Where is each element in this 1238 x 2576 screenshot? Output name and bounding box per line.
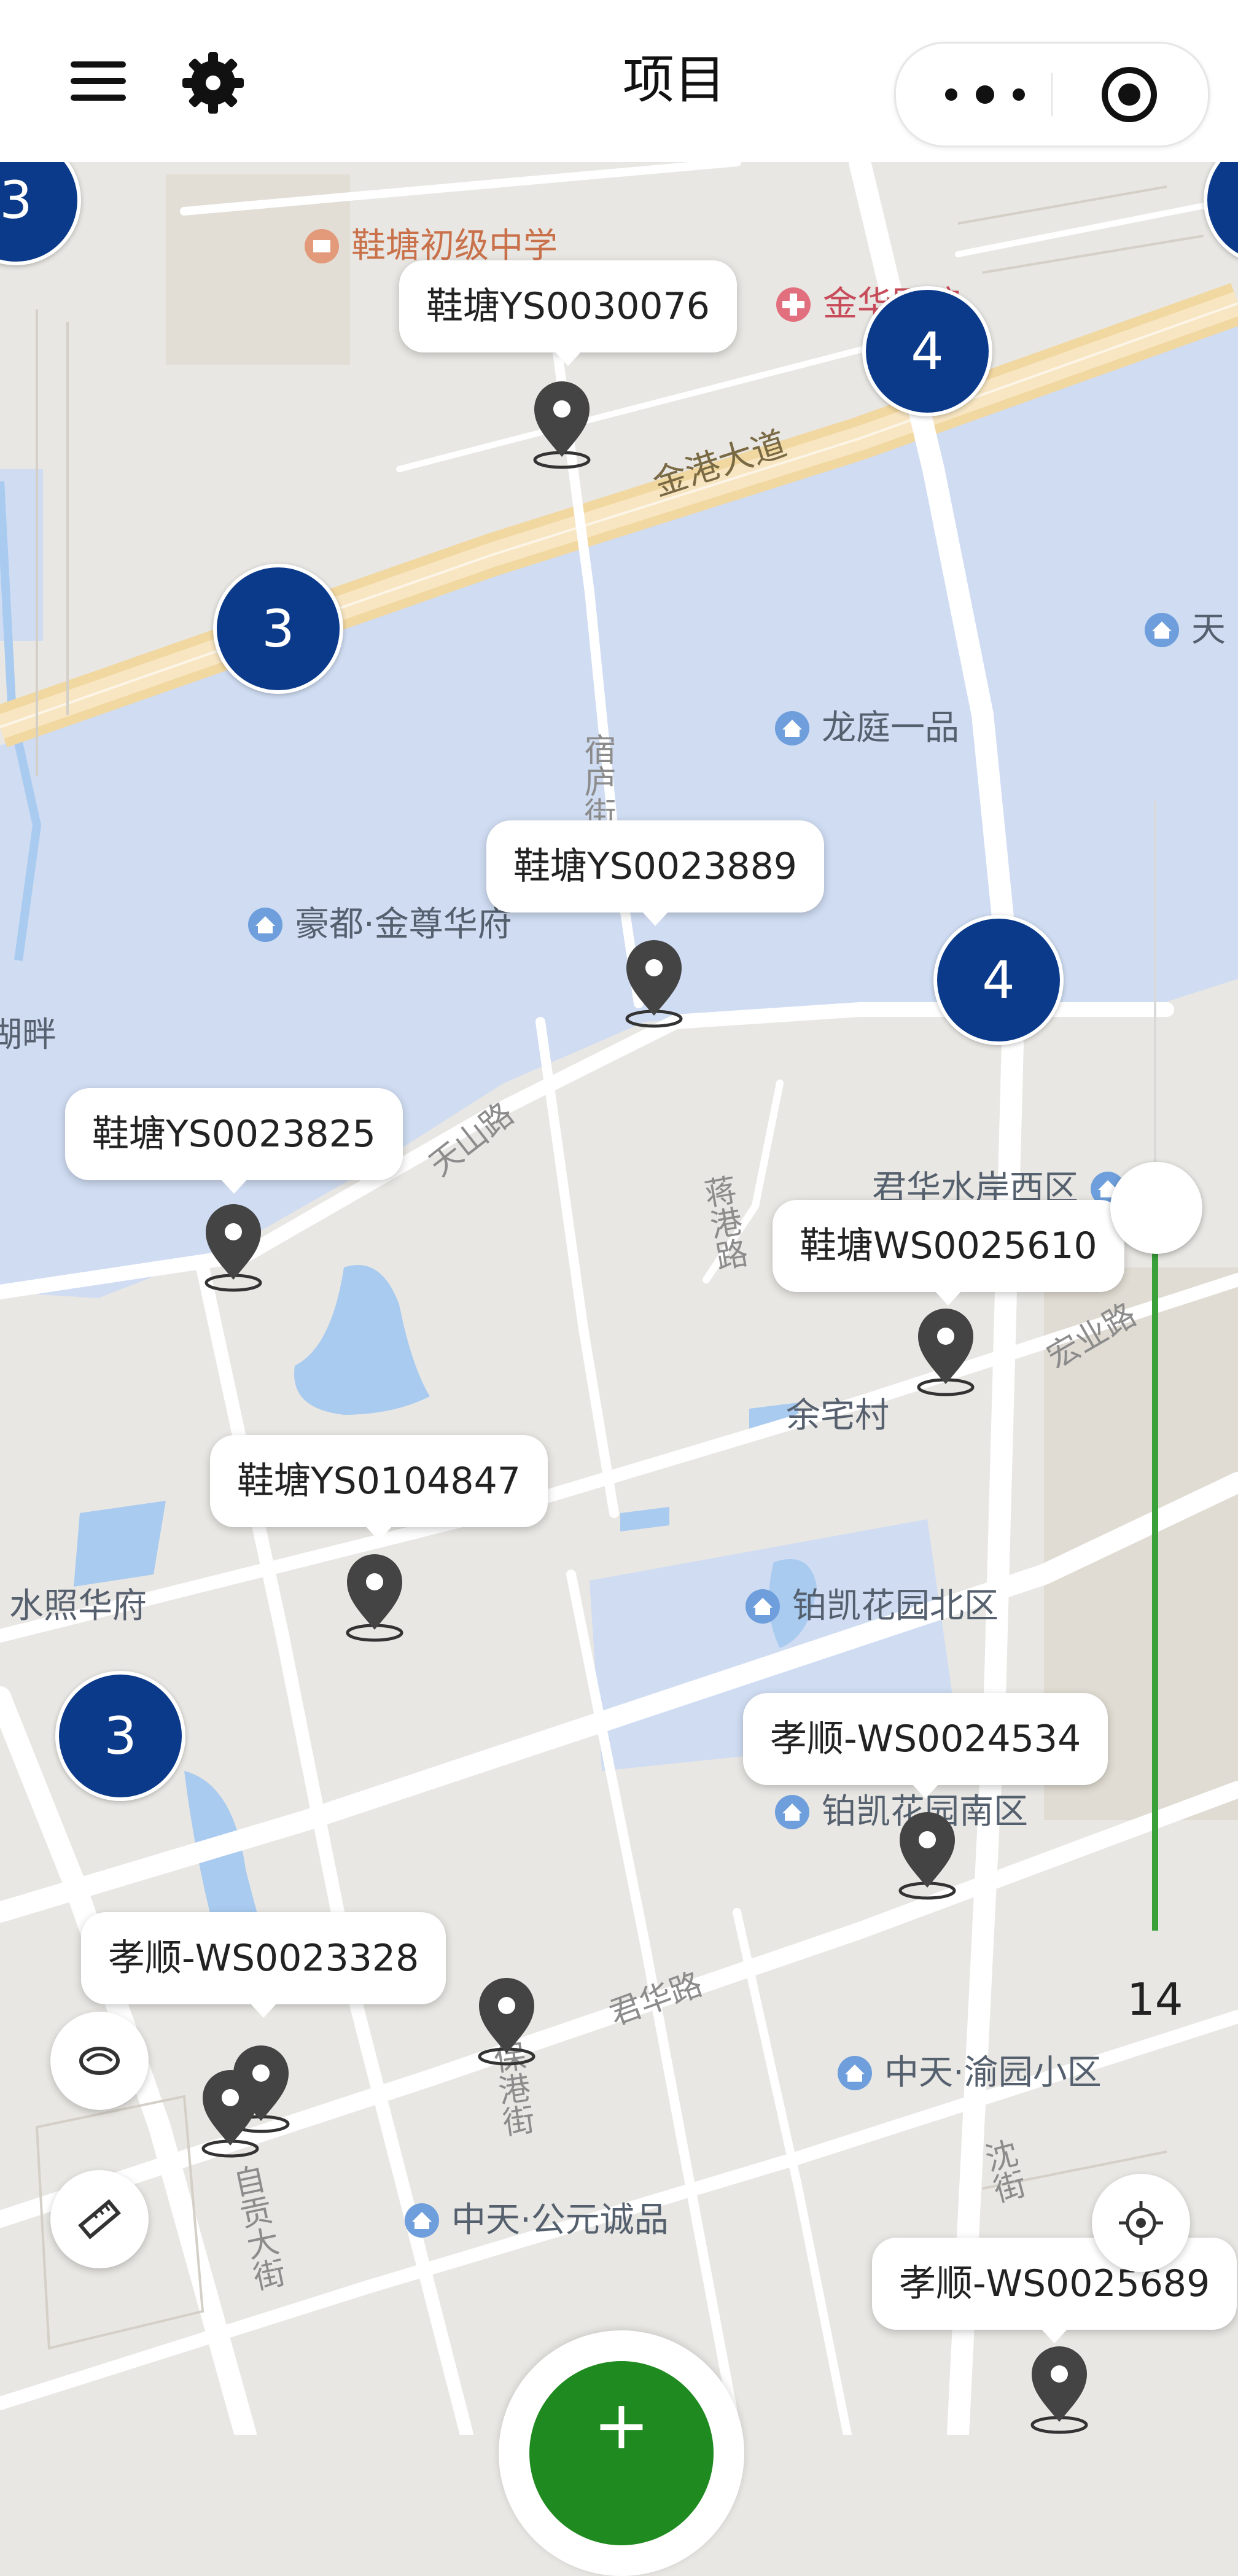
location-pin-icon[interactable] [620, 936, 688, 1028]
poi-zhongtian-gongyuan: 中天·公元诚品 [402, 2201, 669, 2240]
poi-haodu-label: 豪都·金尊华府 [295, 905, 512, 944]
ruler-icon [78, 2199, 121, 2239]
residential-icon [775, 1795, 809, 1829]
road-label-xiangyuan: 宿庐街 [578, 733, 615, 829]
cluster-marker[interactable]: 3 [55, 1671, 185, 1801]
poi-longting: 龙庭一品 [773, 709, 959, 748]
add-button[interactable]: + [499, 2330, 744, 2576]
poi-zhongtian-yu: 中天·渝园小区 [835, 2053, 1102, 2093]
residential-icon [1145, 613, 1179, 647]
marker-callout[interactable]: 孝顺-WS0024534 [743, 1693, 1108, 1799]
poi-longting-label: 龙庭一品 [822, 708, 959, 748]
map-label-shuizhao: 水照华府 [9, 1586, 147, 1626]
map-view[interactable]: 鞋塘初级中学 金华医院 金港大道 宿庐街 龙庭一品 豪都·金尊华府 天 湖畔 天… [0, 162, 1238, 2435]
hospital-icon [776, 287, 811, 322]
layer-icon [79, 2047, 120, 2075]
residential-icon [746, 1589, 780, 1624]
location-pin-icon[interactable] [197, 2066, 264, 2158]
marker-callout[interactable]: 鞋塘YS0023889 [486, 820, 824, 926]
add-icon: + [593, 2386, 650, 2464]
poi-bokai-north: 铂凯花园北区 [743, 1587, 999, 1626]
location-pin-icon[interactable] [1026, 2342, 1093, 2434]
location-pin-icon[interactable] [912, 1304, 979, 1396]
more-icon[interactable] [939, 79, 1043, 110]
target-icon[interactable] [1099, 64, 1160, 125]
zoom-slider-fill[interactable] [1152, 1243, 1158, 1931]
residential-icon [405, 2203, 439, 2238]
poi-zhongtian-yu-label: 中天·渝园小区 [884, 2053, 1102, 2093]
marker-callout[interactable]: 鞋塘YS0104847 [210, 1435, 548, 1541]
poi-zhongtian-gongyuan-label: 中天·公元诚品 [451, 2200, 669, 2240]
marker-callout[interactable]: 孝顺-WS0023328 [81, 1912, 446, 2018]
school-icon [305, 229, 339, 263]
layer-toggle-button[interactable] [50, 2012, 149, 2110]
menu-icon[interactable] [71, 61, 126, 101]
top-navigation-bar: 项目 [0, 0, 1238, 162]
location-pin-icon[interactable] [341, 1550, 408, 1642]
locate-icon [1119, 2201, 1163, 2245]
cluster-marker[interactable]: 4 [933, 915, 1064, 1045]
locate-button[interactable] [1092, 2174, 1190, 2272]
cluster-marker[interactable]: 4 [862, 286, 992, 416]
zoom-slider-handle[interactable] [1110, 1162, 1202, 1254]
location-pin-icon[interactable] [528, 377, 596, 469]
poi-haodu: 豪都·金尊华府 [246, 905, 512, 944]
zoom-level-label: 14 [1127, 1974, 1183, 2025]
location-pin-icon[interactable] [200, 1200, 267, 1292]
map-base [0, 162, 1238, 2435]
page-title: 项目 [622, 50, 726, 110]
marker-callout[interactable]: 鞋塘YS0030076 [399, 260, 737, 366]
marker-callout[interactable]: 鞋塘YS0023825 [65, 1088, 403, 1194]
poi-tian: 天 [1142, 610, 1226, 650]
marker-callout[interactable]: 孝顺-WS0025689 [872, 2238, 1237, 2343]
cluster-marker[interactable]: 3 [213, 564, 343, 694]
measure-button[interactable] [50, 2170, 149, 2268]
settings-icon[interactable] [179, 49, 247, 117]
marker-callout[interactable]: 鞋塘WS0025610 [773, 1200, 1124, 1306]
residential-icon [775, 711, 809, 745]
poi-tian-label: 天 [1191, 610, 1226, 650]
residential-icon [248, 908, 282, 942]
add-button-inner[interactable]: + [529, 2361, 714, 2545]
residential-icon [838, 2056, 872, 2090]
location-pin-icon[interactable] [893, 1808, 961, 1900]
map-label-lakeside: 湖畔 [0, 1015, 56, 1055]
mini-program-capsule [894, 42, 1210, 147]
location-pin-icon[interactable] [473, 1974, 540, 2066]
poi-bokai-north-label: 铂凯花园北区 [792, 1586, 999, 1626]
capsule-divider [1051, 73, 1053, 116]
map-label-yuzhai: 余宅村 [786, 1396, 889, 1436]
